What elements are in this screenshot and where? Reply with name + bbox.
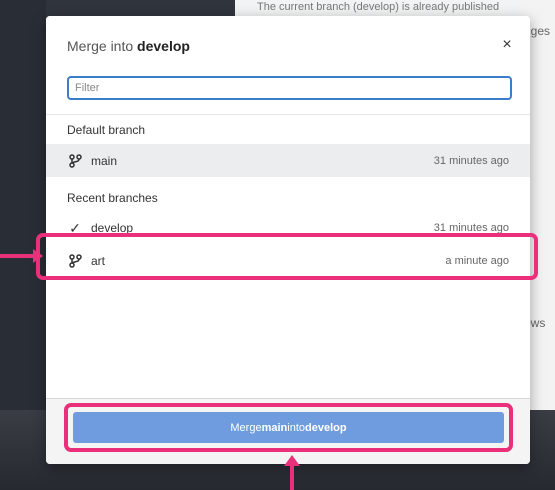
dialog-divider (46, 114, 530, 115)
background-top-text: The current branch (develop) is already … (257, 1, 500, 13)
branch-row-art[interactable]: art a minute ago (46, 243, 530, 279)
dialog-header: Merge into develop × (46, 16, 530, 78)
filter-input[interactable] (69, 78, 510, 98)
git-branch-icon (67, 253, 83, 269)
close-icon: × (502, 36, 512, 53)
background-top-panel: The current branch (develop) is already … (235, 0, 555, 16)
branch-time-art: a minute ago (445, 255, 509, 267)
close-button[interactable]: × (498, 36, 516, 54)
merge-button-target: develop (305, 421, 347, 434)
branch-time-main: 31 minutes ago (433, 154, 509, 167)
arrow-up-icon (284, 455, 300, 490)
dialog-title: Merge into develop (67, 38, 190, 54)
merge-button-prefix: Merge (230, 421, 262, 434)
merge-button-middle: into (287, 421, 306, 434)
merge-button[interactable]: Merge main into develop (73, 412, 504, 443)
branch-name-develop: develop (91, 221, 134, 235)
merge-branch-screen: The current branch (develop) is already … (0, 0, 555, 490)
filter-field[interactable] (67, 76, 512, 100)
branch-time-develop: 31 minutes ago (433, 222, 509, 234)
branch-name-main: main (91, 153, 118, 168)
git-branch-icon (67, 153, 83, 169)
merge-dialog: Merge into develop × Default branch main… (46, 16, 530, 464)
branch-row-main[interactable]: main 31 minutes ago (46, 144, 530, 177)
branch-row-develop[interactable]: ✓ develop 31 minutes ago (46, 214, 530, 242)
dialog-title-prefix: Merge into (67, 38, 138, 54)
check-icon: ✓ (69, 220, 81, 236)
arrow-right-icon (0, 249, 43, 263)
default-branch-section-label: Default branch (67, 123, 146, 137)
merge-button-highlight: Merge main into develop (64, 403, 513, 452)
merge-button-source: main (261, 421, 288, 434)
dialog-title-branch: develop (137, 38, 190, 54)
recent-branches-section-label: Recent branches (67, 191, 158, 205)
branch-name-art: art (91, 254, 106, 268)
